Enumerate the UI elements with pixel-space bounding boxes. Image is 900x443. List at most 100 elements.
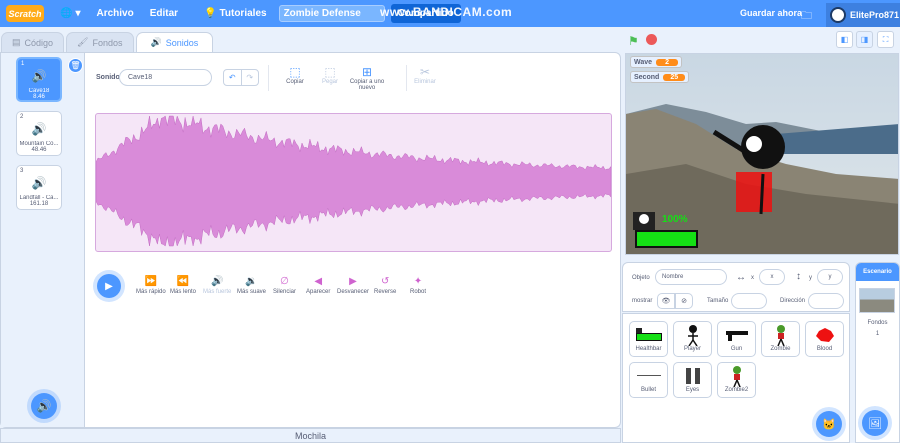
editor-tabs: ▤ Código 🖌 Fondos 🔊 Sonidos bbox=[0, 32, 214, 52]
speaker-icon: 🔊 bbox=[31, 69, 47, 83]
waveform-canvas[interactable] bbox=[95, 113, 612, 252]
sprite-label: Zombie2 bbox=[724, 387, 749, 393]
speaker-icon: 🔊 bbox=[31, 176, 47, 190]
effect-label: Más rápido bbox=[136, 289, 166, 295]
sprite-info-panel: Objeto Nombre ↔ x x ↕ y y mostrar 👁 ⊘ Ta… bbox=[622, 262, 850, 312]
effect-label: Más lento bbox=[170, 289, 197, 295]
avatar bbox=[830, 7, 846, 23]
sound-editor-pane: 1 🔊 Cave18 8.46 🗑 2 🔊 Mountain Co... 48.… bbox=[0, 52, 621, 428]
effect-button[interactable]: ▶ Desvanecer bbox=[337, 276, 369, 295]
tutorials-label: Tutoriales bbox=[219, 8, 267, 19]
small-stage-icon: ◧ bbox=[840, 35, 849, 44]
tutorials-menu[interactable]: 💡 Tutoriales bbox=[196, 8, 275, 19]
tab-code[interactable]: ▤ Código bbox=[1, 32, 65, 52]
player-thumb-icon bbox=[674, 324, 711, 346]
sprite-healthbar[interactable]: Healthbar bbox=[629, 321, 668, 357]
scissors-icon: ✂ bbox=[419, 65, 431, 79]
fullscreen-button[interactable]: ⛶ bbox=[877, 31, 894, 48]
editar-menu[interactable]: Editar bbox=[142, 8, 186, 19]
effect-button[interactable]: ∅ Silenciar bbox=[273, 276, 296, 295]
sound-name-input[interactable] bbox=[119, 69, 212, 86]
sprite-zombie[interactable]: Zombie bbox=[761, 321, 800, 357]
effect-icon: 🔉 bbox=[245, 276, 258, 287]
eyes-thumb-icon bbox=[674, 365, 711, 387]
effect-button[interactable]: ◀ Aparecer bbox=[306, 276, 330, 295]
copy-to-new-button[interactable]: ⊞ Copiar a uno nuevo bbox=[347, 65, 387, 91]
green-flag-icon[interactable]: ⚑ bbox=[628, 34, 639, 48]
add-sprite-button[interactable]: 🐱 bbox=[816, 411, 842, 437]
paste-label: Pegar bbox=[321, 79, 338, 85]
y-label: y bbox=[809, 275, 812, 281]
size-field[interactable] bbox=[731, 293, 767, 309]
effect-button[interactable]: ↺ Reverse bbox=[374, 276, 396, 295]
eye-icon: 👁 bbox=[661, 298, 671, 305]
project-title-input[interactable] bbox=[278, 5, 385, 22]
paste-button[interactable]: ⬚ Pegar bbox=[316, 65, 344, 85]
add-sound-button[interactable]: 🔊 bbox=[31, 393, 57, 419]
effect-button[interactable]: ⏪ Más lento bbox=[170, 276, 196, 295]
large-stage-icon: ◨ bbox=[860, 35, 869, 44]
delete-label: Eliminar bbox=[414, 79, 436, 85]
undo-icon[interactable]: ↶ bbox=[224, 70, 241, 85]
effect-label: Más fuerte bbox=[203, 289, 232, 295]
effect-button[interactable]: ⏩ Más rápido bbox=[136, 276, 166, 295]
backdrops-label: Fondos bbox=[867, 320, 888, 326]
wave-monitor: Wave 2 bbox=[630, 56, 683, 68]
add-backdrop-button[interactable]: 🖼 bbox=[862, 410, 888, 436]
sprite-blood[interactable]: Blood bbox=[805, 321, 844, 357]
copy-button[interactable]: ⬚ Copiar bbox=[281, 65, 309, 85]
tab-sounds[interactable]: 🔊 Sonidos bbox=[135, 32, 214, 52]
sprite-gun[interactable]: Gun bbox=[717, 321, 756, 357]
effect-icon: ∅ bbox=[280, 276, 289, 287]
zombie-thumb-icon bbox=[762, 324, 799, 346]
show-visible-button[interactable]: 👁 bbox=[657, 293, 675, 309]
waveform-svg bbox=[95, 115, 612, 247]
backdrops-count: 1 bbox=[875, 331, 880, 337]
sprite-bullet[interactable]: Bullet bbox=[629, 362, 668, 398]
effect-button[interactable]: ✦ Robot bbox=[410, 276, 426, 295]
show-hidden-button[interactable]: ⊘ bbox=[675, 293, 693, 309]
sound-number: 1 bbox=[21, 61, 25, 67]
stage-panel-title: Escenario bbox=[856, 263, 899, 281]
sound-item[interactable]: 3 🔊 Landfall - Ca... 161.18 bbox=[16, 165, 62, 210]
tab-sounds-label: Sonidos bbox=[165, 37, 199, 48]
archivo-menu[interactable]: Archivo bbox=[88, 8, 141, 19]
sound-item[interactable]: 1 🔊 Cave18 8.46 🗑 bbox=[16, 57, 83, 102]
user-menu[interactable]: ElitePro871 bbox=[826, 3, 900, 27]
second-monitor: Second 25 bbox=[630, 71, 690, 83]
sprite-label: Zombie bbox=[770, 346, 791, 352]
stage-canvas[interactable]: Wave 2 Second 25 100% bbox=[625, 53, 899, 255]
sprite-eyes[interactable]: Eyes bbox=[673, 362, 712, 398]
folder-icon[interactable]: 🗀 bbox=[801, 7, 812, 26]
copy-new-icon: ⊞ bbox=[361, 65, 373, 79]
direction-field[interactable] bbox=[808, 293, 844, 309]
sprite-player[interactable]: Player bbox=[673, 321, 712, 357]
backdrop-thumbnail bbox=[859, 288, 895, 313]
sprite-zombie2[interactable]: Zombie2 bbox=[717, 362, 756, 398]
sprite-name-field[interactable]: Nombre bbox=[655, 269, 727, 285]
y-arrows-icon: ↕ bbox=[796, 271, 801, 282]
bandicam-watermark: www.BANDICAM.com bbox=[380, 5, 513, 19]
x-field[interactable]: x bbox=[759, 269, 785, 285]
effect-label: Aparecer bbox=[306, 289, 331, 295]
effect-button[interactable]: 🔊 Más fuerte bbox=[203, 276, 231, 295]
backpack-bar[interactable]: Mochila bbox=[0, 428, 621, 443]
language-menu[interactable]: 🌐 ▾ bbox=[52, 8, 88, 19]
small-stage-button[interactable]: ◧ bbox=[836, 31, 853, 48]
y-field[interactable]: y bbox=[817, 269, 843, 285]
tab-backdrops[interactable]: 🖌 Fondos bbox=[66, 32, 134, 52]
stop-icon[interactable] bbox=[646, 34, 657, 45]
scratch-logo[interactable]: Scratch bbox=[6, 5, 44, 22]
delete-sound-icon[interactable]: 🗑 bbox=[68, 58, 83, 73]
sound-item[interactable]: 2 🔊 Mountain Co... 48.46 bbox=[16, 111, 62, 156]
effect-button[interactable]: 🔉 Más suave bbox=[237, 276, 266, 295]
save-now-link[interactable]: Guardar ahora bbox=[740, 8, 802, 18]
large-stage-button[interactable]: ◨ bbox=[856, 31, 873, 48]
delete-button[interactable]: ✂ Eliminar bbox=[411, 65, 439, 85]
sprite-label: Bullet bbox=[640, 387, 656, 393]
effect-label: Silenciar bbox=[273, 289, 297, 295]
play-button[interactable]: ▶ bbox=[97, 274, 121, 298]
sound-name-label: Sonido bbox=[96, 74, 120, 81]
chevron-down-icon: ▾ bbox=[75, 8, 81, 19]
redo-icon[interactable]: ↷ bbox=[240, 70, 259, 85]
